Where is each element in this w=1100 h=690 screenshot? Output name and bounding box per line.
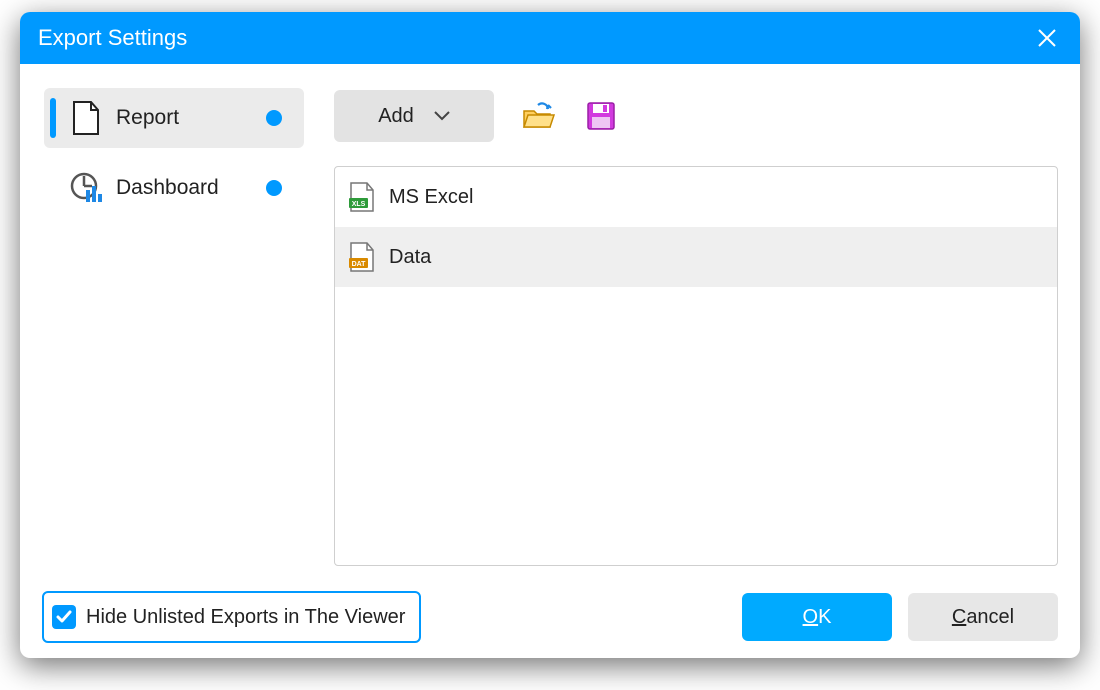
- titlebar: Export Settings: [20, 12, 1080, 64]
- list-item-label: MS Excel: [389, 186, 473, 209]
- sidebar-item-label: Dashboard: [116, 176, 254, 200]
- folder-open-icon: [522, 101, 556, 131]
- list-item[interactable]: DAT Data: [335, 227, 1057, 287]
- close-icon: [1037, 28, 1057, 48]
- save-button[interactable]: [584, 99, 618, 133]
- list-item[interactable]: XLS MS Excel: [335, 167, 1057, 227]
- document-icon: [68, 100, 104, 136]
- add-button-label: Add: [378, 105, 414, 128]
- chevron-down-icon: [434, 111, 450, 121]
- active-indicator-bar: [50, 168, 56, 208]
- check-icon: [56, 609, 72, 625]
- export-list: XLS MS Excel DAT: [334, 166, 1058, 566]
- dat-file-icon: DAT: [349, 242, 375, 272]
- status-dot-icon: [266, 180, 282, 196]
- sidebar-item-report[interactable]: Report: [44, 88, 304, 148]
- active-indicator-bar: [50, 98, 56, 138]
- open-button[interactable]: [522, 99, 556, 133]
- dialog-footer: Hide Unlisted Exports in The Viewer OK C…: [20, 576, 1080, 658]
- checkbox-box: [52, 605, 76, 629]
- ok-button[interactable]: OK: [742, 593, 892, 641]
- checkbox-label: Hide Unlisted Exports in The Viewer: [86, 606, 405, 629]
- sidebar-item-label: Report: [116, 106, 254, 130]
- sidebar-item-dashboard[interactable]: Dashboard: [44, 158, 304, 218]
- main-panel: Add: [334, 88, 1058, 566]
- sidebar: Report: [44, 88, 304, 566]
- hide-unlisted-checkbox[interactable]: Hide Unlisted Exports in The Viewer: [42, 591, 421, 643]
- add-button[interactable]: Add: [334, 90, 494, 142]
- export-settings-dialog: Export Settings: [20, 12, 1080, 658]
- toolbar: Add: [334, 88, 1058, 144]
- cancel-button[interactable]: Cancel: [908, 593, 1058, 641]
- floppy-save-icon: [587, 102, 615, 130]
- status-dot-icon: [266, 110, 282, 126]
- close-button[interactable]: [1032, 23, 1062, 53]
- list-item-label: Data: [389, 246, 431, 269]
- xls-file-icon: XLS: [349, 182, 375, 212]
- dialog-title: Export Settings: [38, 25, 187, 51]
- svg-text:XLS: XLS: [352, 201, 366, 208]
- dashboard-icon: [68, 170, 104, 206]
- svg-text:DAT: DAT: [352, 261, 367, 268]
- footer-buttons: OK Cancel: [742, 593, 1058, 641]
